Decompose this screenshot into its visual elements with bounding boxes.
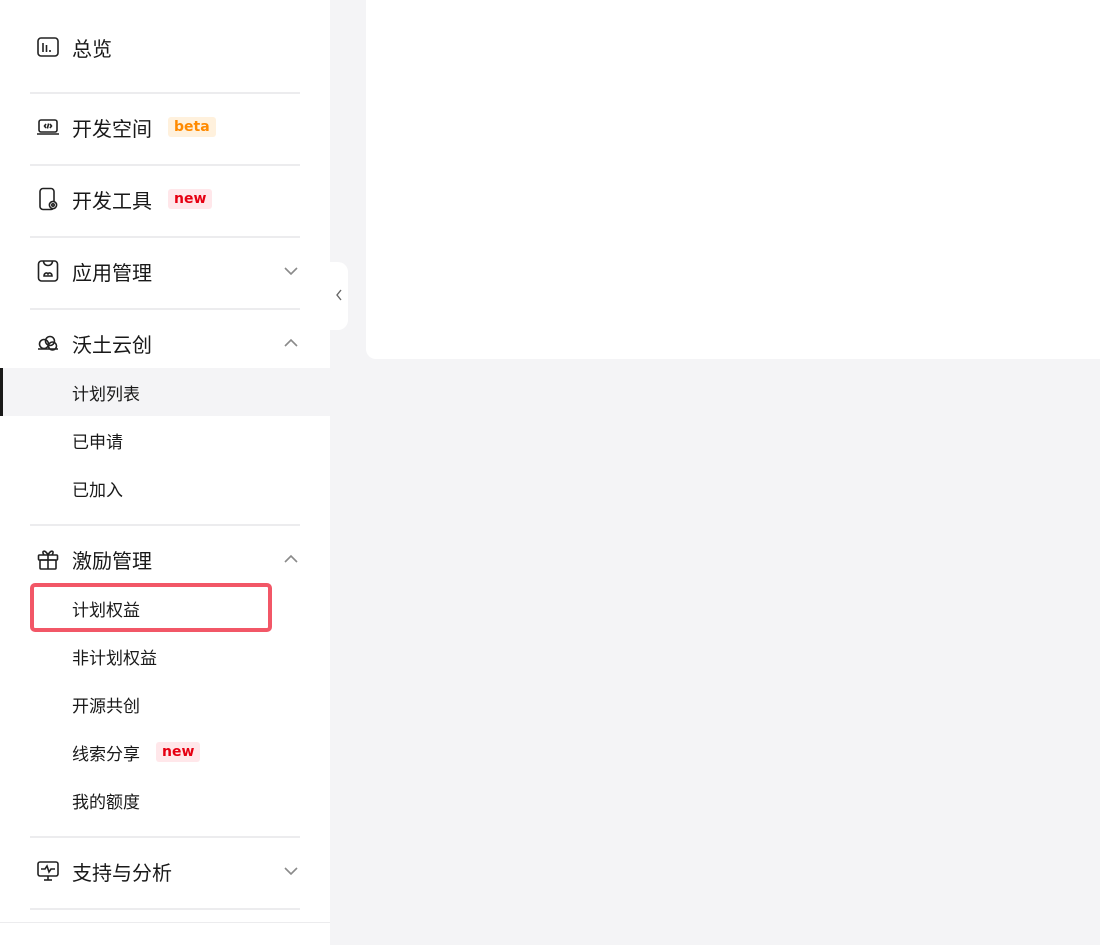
beta-badge: beta bbox=[168, 117, 216, 137]
cloud-icon bbox=[36, 331, 60, 355]
nav-app-management[interactable]: 应用管理 bbox=[0, 246, 330, 296]
chart-overview-icon bbox=[36, 35, 60, 59]
chevron-down-icon[interactable] bbox=[282, 862, 300, 880]
nav-dev-tools-label: 开发工具 bbox=[72, 188, 152, 213]
sub-item-label: 计划权益 bbox=[72, 600, 140, 621]
sub-item-plan-list[interactable]: 计划列表 bbox=[0, 368, 330, 416]
gift-icon bbox=[36, 547, 60, 571]
nav-wotu-cloud-label: 沃土云创 bbox=[72, 332, 152, 357]
nav-dev-space[interactable]: 开发空间 beta bbox=[0, 102, 330, 152]
nav-support-analytics[interactable]: 支持与分析 bbox=[0, 846, 330, 896]
nav-incentive-management-label: 激励管理 bbox=[72, 548, 152, 573]
app-bag-icon bbox=[36, 259, 60, 283]
sub-item-plan-benefits[interactable]: 计划权益 bbox=[0, 584, 330, 632]
sidebar-collapse-toggle[interactable] bbox=[330, 262, 348, 330]
nav-overview-label: 总览 bbox=[72, 36, 112, 61]
divider bbox=[30, 308, 300, 310]
sub-item-non-plan-benefits[interactable]: 非计划权益 bbox=[0, 632, 330, 680]
sub-item-open-source[interactable]: 开源共创 bbox=[0, 680, 330, 728]
nav-dev-tools[interactable]: 开发工具 new bbox=[0, 174, 330, 224]
sub-item-joined[interactable]: 已加入 bbox=[0, 464, 330, 512]
nav-overview[interactable]: 总览 bbox=[0, 22, 330, 72]
sub-item-label: 已申请 bbox=[72, 432, 123, 453]
divider bbox=[30, 524, 300, 526]
content-panel bbox=[366, 0, 1100, 359]
new-badge: new bbox=[168, 189, 213, 209]
sub-item-my-quota[interactable]: 我的额度 bbox=[0, 776, 330, 824]
sub-item-lead-sharing[interactable]: 线索分享 new bbox=[0, 728, 330, 776]
nav-support-analytics-label: 支持与分析 bbox=[72, 860, 172, 885]
new-badge: new bbox=[156, 742, 201, 762]
sidebar-nav: 总览 开发空间 beta 开发工具 new 应用管理 沃土云创 计划列表 已申请… bbox=[0, 0, 330, 945]
chevron-up-icon[interactable] bbox=[282, 550, 300, 568]
chevron-left-icon bbox=[334, 287, 344, 306]
sub-item-label: 线索分享 bbox=[72, 744, 140, 765]
chevron-up-icon[interactable] bbox=[282, 334, 300, 352]
sub-item-label: 计划列表 bbox=[72, 384, 140, 405]
monitor-pulse-icon bbox=[36, 859, 60, 883]
divider bbox=[30, 92, 300, 94]
divider bbox=[30, 236, 300, 238]
divider bbox=[0, 922, 330, 923]
sub-item-applied[interactable]: 已申请 bbox=[0, 416, 330, 464]
nav-dev-space-label: 开发空间 bbox=[72, 116, 152, 141]
divider bbox=[30, 908, 300, 910]
divider bbox=[30, 164, 300, 166]
device-tool-icon bbox=[36, 187, 60, 211]
nav-wotu-cloud[interactable]: 沃土云创 bbox=[0, 318, 330, 368]
sub-item-label: 开源共创 bbox=[72, 696, 140, 717]
sub-item-label: 非计划权益 bbox=[72, 648, 157, 669]
chevron-down-icon[interactable] bbox=[282, 262, 300, 280]
sub-item-label: 我的额度 bbox=[72, 792, 140, 813]
sub-item-label: 已加入 bbox=[72, 480, 123, 501]
laptop-code-icon bbox=[36, 115, 60, 139]
nav-app-management-label: 应用管理 bbox=[72, 260, 152, 285]
divider bbox=[30, 836, 300, 838]
nav-incentive-management[interactable]: 激励管理 bbox=[0, 534, 330, 584]
